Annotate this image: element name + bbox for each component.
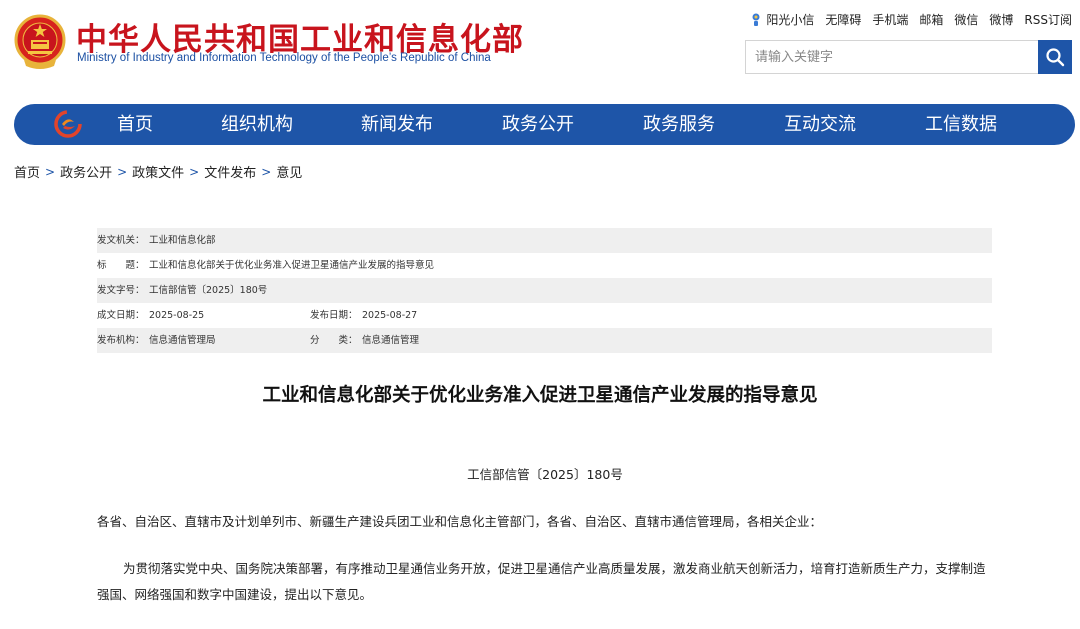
top-link-weibo[interactable]: 微博 bbox=[989, 11, 1013, 28]
top-links-bar: 阳光小信 无障碍 手机端 邮箱 微信 微博 RSS订阅 bbox=[750, 11, 1072, 28]
document-paragraph-intro: 为贯彻落实党中央、国务院决策部署，有序推动卫星通信业务开放，促进卫星通信产业高质… bbox=[97, 561, 986, 602]
breadcrumb-separator: > bbox=[261, 164, 272, 179]
meta-label: 发布机构： bbox=[97, 335, 145, 346]
meta-row-org: 发布机构： 信息通信管理局 分 类： 信息通信管理 bbox=[97, 328, 992, 353]
meta-label: 成文日期： bbox=[97, 310, 145, 321]
top-link-mail[interactable]: 邮箱 bbox=[919, 11, 943, 28]
meta-value-org: 信息通信管理局 bbox=[149, 335, 216, 346]
meta-value-title: 工业和信息化部关于优化业务准入促进卫星通信产业发展的指导意见 bbox=[149, 260, 435, 271]
breadcrumb-document-release[interactable]: 文件发布 bbox=[204, 162, 256, 181]
top-link-rss[interactable]: RSS订阅 bbox=[1024, 11, 1072, 28]
meta-label: 发文字号： bbox=[97, 285, 145, 296]
meta-row-dates: 成文日期： 2025-08-25 发布日期： 2025-08-27 bbox=[97, 303, 992, 328]
meta-value-created: 2025-08-25 bbox=[149, 310, 205, 321]
nav-item-services[interactable]: 政务服务 bbox=[643, 104, 715, 145]
mascot-icon bbox=[752, 13, 760, 26]
breadcrumb-policy-documents[interactable]: 政策文件 bbox=[132, 162, 184, 181]
document-number: 工信部信管〔2025〕180号 bbox=[467, 467, 623, 482]
top-link-accessibility[interactable]: 无障碍 bbox=[825, 11, 861, 28]
meta-row-issuer: 发文机关： 工业和信息化部 bbox=[97, 228, 992, 253]
meta-value-category: 信息通信管理 bbox=[362, 335, 420, 346]
nav-item-data[interactable]: 工信数据 bbox=[925, 104, 997, 145]
meta-label: 发布日期： bbox=[310, 310, 358, 321]
meta-label: 发文机关： bbox=[97, 235, 145, 246]
meta-label: 标 题： bbox=[97, 260, 145, 271]
ministry-logo-icon[interactable] bbox=[54, 110, 82, 138]
search-input[interactable] bbox=[746, 41, 1036, 73]
document-paragraph-salutation: 各省、自治区、直辖市及计划单列市、新疆生产建设兵团工业和信息化主管部门，各省、自… bbox=[97, 514, 823, 529]
breadcrumb-separator: > bbox=[45, 164, 56, 179]
meta-value-issuer: 工业和信息化部 bbox=[149, 235, 216, 246]
search-icon bbox=[1046, 48, 1065, 67]
national-emblem-logo bbox=[14, 14, 66, 69]
nav-item-news[interactable]: 新闻发布 bbox=[361, 104, 433, 145]
document-title: 工业和信息化部关于优化业务准入促进卫星通信产业发展的指导意见 bbox=[262, 385, 818, 406]
document-meta-table: 发文机关： 工业和信息化部 标 题： 工业和信息化部关于优化业务准入促进卫星通信… bbox=[97, 228, 992, 353]
search-box bbox=[745, 40, 1072, 74]
breadcrumb: 首页 > 政务公开 > 政策文件 > 文件发布 > 意见 bbox=[14, 162, 302, 182]
search-button[interactable] bbox=[1038, 40, 1072, 74]
top-link-wechat[interactable]: 微信 bbox=[954, 11, 978, 28]
breadcrumb-opinions[interactable]: 意见 bbox=[276, 162, 302, 181]
nav-item-organization[interactable]: 组织机构 bbox=[221, 104, 293, 145]
top-link-yangguang[interactable]: 阳光小信 bbox=[750, 11, 814, 28]
meta-label: 分 类： bbox=[310, 335, 358, 346]
meta-row-docno: 发文字号： 工信部信管〔2025〕180号 bbox=[97, 278, 992, 303]
top-link-mobile[interactable]: 手机端 bbox=[872, 11, 908, 28]
meta-row-title: 标 题： 工业和信息化部关于优化业务准入促进卫星通信产业发展的指导意见 bbox=[97, 253, 992, 278]
breadcrumb-government-affairs[interactable]: 政务公开 bbox=[60, 162, 112, 181]
site-subtitle: Ministry of Industry and Information Tec… bbox=[77, 52, 491, 64]
nav-item-government-affairs[interactable]: 政务公开 bbox=[502, 104, 574, 145]
nav-item-interaction[interactable]: 互动交流 bbox=[784, 104, 856, 145]
main-nav: 首页 组织机构 新闻发布 政务公开 政务服务 互动交流 工信数据 bbox=[14, 104, 1075, 145]
breadcrumb-separator: > bbox=[189, 164, 200, 179]
top-link-label: 阳光小信 bbox=[766, 13, 815, 27]
nav-item-home[interactable]: 首页 bbox=[117, 104, 153, 145]
breadcrumb-separator: > bbox=[117, 164, 128, 179]
breadcrumb-home[interactable]: 首页 bbox=[14, 162, 40, 181]
meta-value-published: 2025-08-27 bbox=[362, 310, 418, 321]
meta-value-docno: 工信部信管〔2025〕180号 bbox=[149, 285, 268, 296]
